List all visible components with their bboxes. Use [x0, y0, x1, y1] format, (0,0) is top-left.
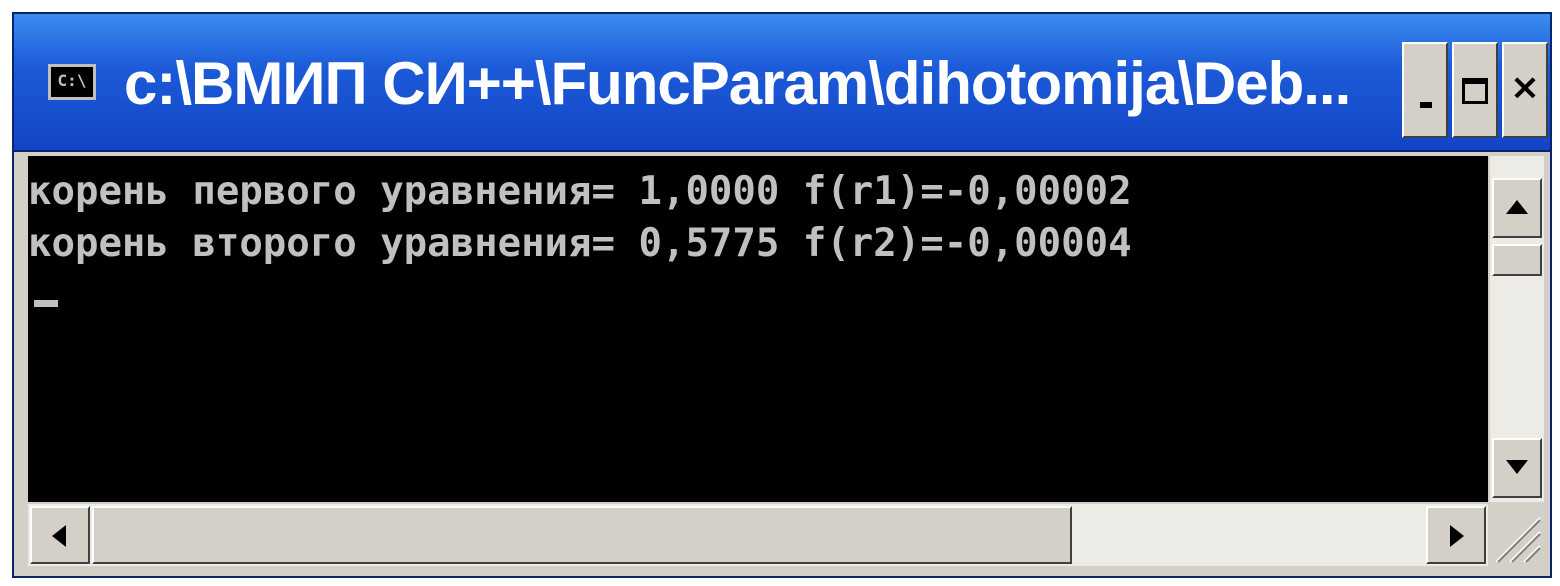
console-icon[interactable]: C:\: [48, 64, 96, 100]
vertical-scrollbar[interactable]: [1490, 156, 1544, 502]
resize-grip[interactable]: [1490, 504, 1544, 566]
arrow-down-icon: [1506, 460, 1528, 474]
maximize-icon: [1462, 78, 1488, 104]
text-cursor: [34, 300, 58, 307]
horizontal-scrollbar[interactable]: [28, 504, 1488, 566]
horizontal-scroll-thumb[interactable]: [92, 506, 1072, 564]
arrow-left-icon: [52, 525, 66, 547]
console-output[interactable]: корень первого уравнения= 1,0000 f(r1)=-…: [28, 156, 1488, 502]
resize-grip-icon: [1495, 517, 1541, 563]
scroll-down-button[interactable]: [1492, 438, 1542, 498]
console-window: C:\ c:\ВМИП СИ++\FuncParam\dihotomija\De…: [12, 12, 1552, 578]
vertical-scroll-thumb[interactable]: [1492, 244, 1542, 276]
console-line-2: корень второго уравнения= 0,5775 f(r2)=-…: [28, 221, 1132, 266]
close-button[interactable]: ×: [1502, 42, 1548, 138]
minimize-icon: [1420, 102, 1432, 108]
scroll-left-button[interactable]: [30, 506, 90, 564]
maximize-button[interactable]: [1452, 42, 1498, 138]
scroll-right-button[interactable]: [1426, 506, 1486, 564]
title-bar[interactable]: C:\ c:\ВМИП СИ++\FuncParam\dihotomija\De…: [14, 14, 1550, 152]
window-title: c:\ВМИП СИ++\FuncParam\dihotomija\Deb...: [124, 50, 1351, 117]
arrow-up-icon: [1506, 200, 1528, 214]
minimize-button[interactable]: [1402, 42, 1448, 138]
scroll-up-button[interactable]: [1492, 178, 1542, 238]
arrow-right-icon: [1450, 525, 1464, 547]
close-icon: ×: [1509, 67, 1541, 108]
console-line-1: корень первого уравнения= 1,0000 f(r1)=-…: [28, 169, 1132, 214]
